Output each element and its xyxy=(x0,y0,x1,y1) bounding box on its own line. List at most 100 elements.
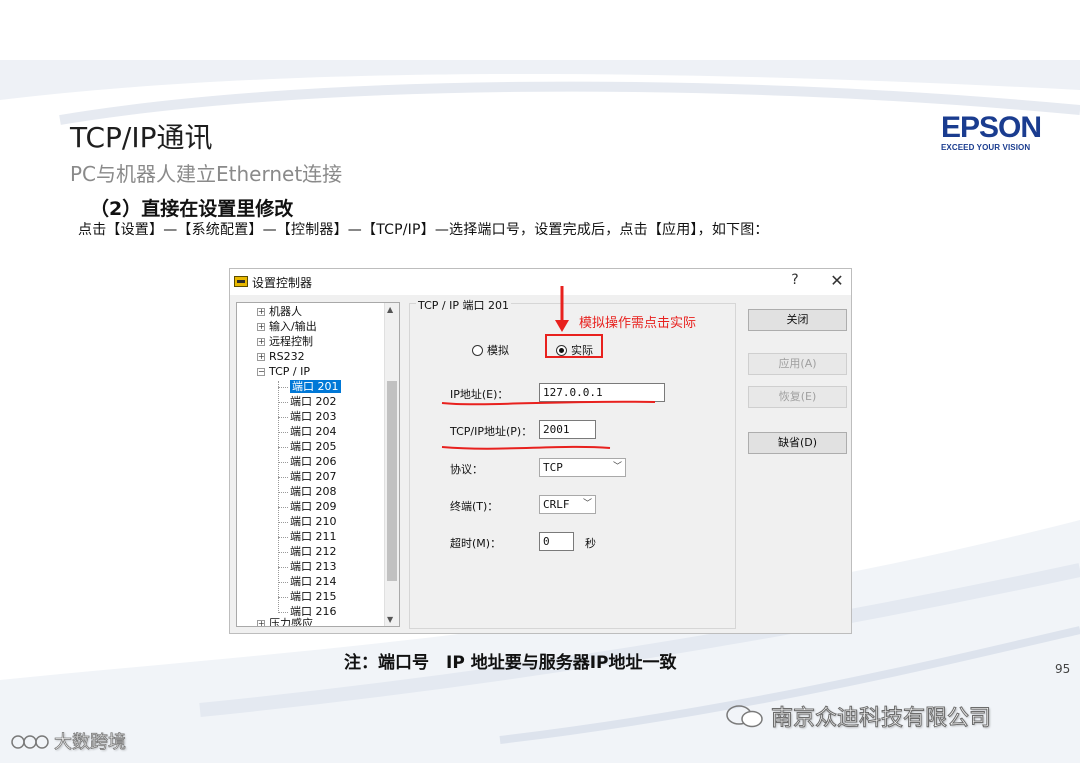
timeout-label: 超时(M)： xyxy=(450,537,502,550)
tree-item-label: 压力感应 xyxy=(269,617,313,627)
radio-simulate-dot[interactable] xyxy=(472,344,483,356)
watermark-logo-icon xyxy=(11,735,49,749)
tree-item-label: 端口 213 xyxy=(290,560,337,573)
dialog-titlebar: 设置控制器 ? ✕ xyxy=(230,269,851,295)
tree-item-label: RS232 xyxy=(269,350,305,363)
timeout-input[interactable]: 0 xyxy=(539,532,574,551)
company-watermark: 南京众迪科技有限公司 xyxy=(725,700,992,732)
chevron-down-icon: ﹀ xyxy=(612,462,622,472)
ip-address-input[interactable]: 127.0.0.1 xyxy=(539,383,665,402)
ip-label: IP地址(E)： xyxy=(450,388,509,401)
tree-port-205[interactable]: 端口 205 xyxy=(278,440,337,455)
collapse-icon[interactable]: − xyxy=(257,368,265,376)
group-title: TCP / IP 端口 201 xyxy=(416,297,511,313)
expand-icon[interactable]: + xyxy=(257,338,265,346)
tree-port-211[interactable]: 端口 211 xyxy=(278,530,337,545)
tree-item-label: 端口 209 xyxy=(290,500,337,513)
tree-item-label: 端口 203 xyxy=(290,410,337,423)
tree-port-202[interactable]: 端口 202 xyxy=(278,395,337,410)
tree-item-tcpip[interactable]: − TCP / IP xyxy=(257,365,310,380)
page-number: 95 xyxy=(1055,662,1071,676)
tree-port-204[interactable]: 端口 204 xyxy=(278,425,337,440)
instruction-text: 点击【设置】—【系统配置】—【控制器】—【TCP/IP】—选择端口号，设置完成后… xyxy=(78,222,769,238)
tree-item-label: 端口 208 xyxy=(290,485,337,498)
section-heading: （2）直接在设置里修改 xyxy=(90,198,294,220)
tree-item-label: 端口 204 xyxy=(290,425,337,438)
settings-tree[interactable]: + 机器人 + 输入/输出 + 远程控制 + RS232 − TCP / IP 端口 20… xyxy=(236,302,400,627)
highlight-box xyxy=(545,334,603,358)
tree-item-label: 端口 211 xyxy=(290,530,337,543)
tree-scrollbar[interactable]: ▲ ▼ xyxy=(384,303,399,626)
expand-icon[interactable]: + xyxy=(257,353,265,361)
tree-item-label: 端口 215 xyxy=(290,590,337,603)
tree-item-remote[interactable]: + 远程控制 xyxy=(257,335,313,350)
expand-icon[interactable]: + xyxy=(257,308,265,316)
help-button[interactable]: ? xyxy=(787,272,803,288)
logo-tagline: EXCEED YOUR VISION xyxy=(941,143,1031,152)
tree-item-label: 端口 210 xyxy=(290,515,337,528)
slide-subtitle: PC与机器人建立Ethernet连接 xyxy=(70,162,343,186)
tree-item-force[interactable]: + 压力感应 xyxy=(257,617,313,627)
tree-port-212[interactable]: 端口 212 xyxy=(278,545,337,560)
wechat-icon xyxy=(726,705,763,728)
scroll-thumb[interactable] xyxy=(387,381,397,581)
chevron-down-icon: ﹀ xyxy=(582,499,592,509)
company-name: 南京众迪科技有限公司 xyxy=(770,706,992,732)
tree-item-robot[interactable]: + 机器人 xyxy=(257,305,302,320)
tree-item-label: 输入/输出 xyxy=(269,320,317,333)
tree-item-label: 端口 201 xyxy=(290,380,341,393)
tree-port-213[interactable]: 端口 213 xyxy=(278,560,337,575)
close-button[interactable]: 关闭 xyxy=(748,309,847,331)
port-label: TCP/IP地址(P)： xyxy=(450,425,533,438)
tree-port-201[interactable]: 端口 201 xyxy=(278,380,341,395)
timeout-unit: 秒 xyxy=(585,537,596,550)
tree-item-rs232[interactable]: + RS232 xyxy=(257,350,305,365)
default-button[interactable]: 缺省(D) xyxy=(748,432,847,454)
logo-word: EPSON xyxy=(941,111,1042,144)
tree-port-209[interactable]: 端口 209 xyxy=(278,500,337,515)
tree-port-214[interactable]: 端口 214 xyxy=(278,575,337,590)
tree-port-203[interactable]: 端口 203 xyxy=(278,410,337,425)
tcpip-port-group: TCP / IP 端口 201 模拟 实际 IP地址(E)： 127.0.0.1… xyxy=(409,297,736,629)
scroll-down-icon[interactable]: ▼ xyxy=(387,615,393,624)
expand-icon[interactable]: + xyxy=(257,620,265,626)
radio-simulate[interactable]: 模拟 xyxy=(472,342,509,358)
tree-item-io[interactable]: + 输入/输出 xyxy=(257,320,317,335)
tree-item-label: TCP / IP xyxy=(269,365,310,378)
protocol-value: TCP xyxy=(543,461,563,474)
tree-item-label: 远程控制 xyxy=(269,335,313,348)
tree-port-208[interactable]: 端口 208 xyxy=(278,485,337,500)
terminator-select[interactable]: CRLF ﹀ xyxy=(539,495,596,514)
scroll-up-icon[interactable]: ▲ xyxy=(387,305,393,314)
tree-item-label: 端口 202 xyxy=(290,395,337,408)
restore-button[interactable]: 恢复(E) xyxy=(748,386,847,408)
tree-item-label: 端口 212 xyxy=(290,545,337,558)
protocol-label: 协议： xyxy=(450,463,483,476)
expand-icon[interactable]: + xyxy=(257,323,265,331)
radio-simulate-label: 模拟 xyxy=(487,344,509,357)
tree-port-215[interactable]: 端口 215 xyxy=(278,590,337,605)
dialog-title: 设置控制器 xyxy=(252,276,313,290)
tree-item-label: 端口 206 xyxy=(290,455,337,468)
protocol-select[interactable]: TCP ﹀ xyxy=(539,458,626,477)
apply-button[interactable]: 应用(A) xyxy=(748,353,847,375)
tree-port-210[interactable]: 端口 210 xyxy=(278,515,337,530)
tree-item-label: 机器人 xyxy=(269,305,302,318)
terminator-value: CRLF xyxy=(543,498,570,511)
slide-title: TCP/IP通讯 xyxy=(70,121,213,154)
tree-item-label: 端口 205 xyxy=(290,440,337,453)
tree-port-207[interactable]: 端口 207 xyxy=(278,470,337,485)
close-icon[interactable]: ✕ xyxy=(828,271,846,290)
app-icon xyxy=(234,276,248,287)
epson-logo: EPSON EXCEED YOUR VISION xyxy=(941,111,1043,153)
tree-item-label: 端口 214 xyxy=(290,575,337,588)
tree-port-206[interactable]: 端口 206 xyxy=(278,455,337,470)
annotation-text: 模拟操作需点击实际 xyxy=(579,316,697,331)
terminator-label: 终端(T)： xyxy=(450,500,499,513)
watermark-label: 大数跨境 xyxy=(54,732,127,754)
port-input[interactable]: 2001 xyxy=(539,420,596,439)
source-watermark: 大数跨境 xyxy=(10,728,126,754)
controller-settings-dialog: 设置控制器 ? ✕ + 机器人 + 输入/输出 + 远程控制 + RS232 − TCP … xyxy=(229,268,852,634)
tree-item-label: 端口 207 xyxy=(290,470,337,483)
footnote: 注：端口号 IP 地址要与服务器IP地址一致 xyxy=(344,653,677,673)
